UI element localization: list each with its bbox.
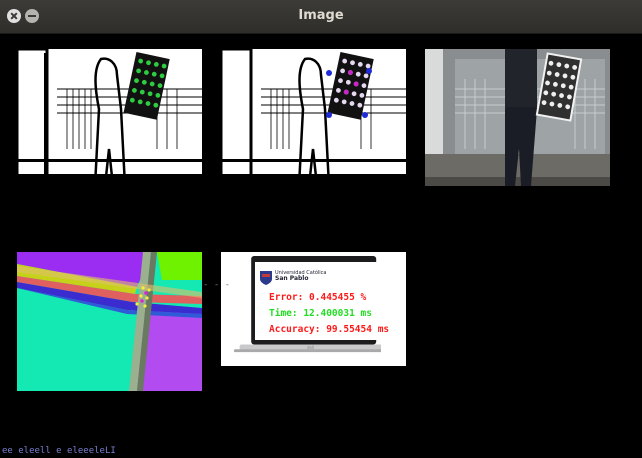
error-readout: Error: 0.445455 %: [269, 292, 367, 303]
accuracy-unit: ms: [377, 324, 390, 335]
university-logo-text: Universidad Católica San Pablo: [275, 270, 326, 282]
marked-threshold-image: [221, 49, 406, 186]
laptop-brand: dell: [307, 345, 315, 350]
window-title: Image: [298, 8, 344, 23]
line-intersection-image: [17, 252, 202, 391]
university-crest-icon: [260, 271, 272, 285]
threshold-image: [17, 49, 202, 186]
image-window: Image Universidad Católica San Pablo Err…: [0, 0, 642, 458]
image-canvas: Universidad Católica San Pablo Error: 0.…: [0, 34, 642, 458]
line-intersection-panel: [17, 252, 202, 391]
title-bar[interactable]: Image: [0, 0, 642, 34]
logo-line-2: San Pablo: [275, 275, 309, 282]
results-panel: Universidad Católica San Pablo Error: 0.…: [221, 252, 406, 366]
camera-frame-panel: [425, 49, 610, 186]
threshold-image-panel: [17, 49, 202, 186]
terminal-fragment: ee eleell e eleeeleLI: [2, 446, 116, 456]
accuracy-value: Accuracy: 99.55454: [269, 324, 372, 335]
accuracy-readout: Accuracy: 99.55454 ms: [269, 322, 389, 338]
separator-dashes: - - -: [203, 280, 231, 290]
marked-threshold-image-panel: [221, 49, 406, 186]
results-overlay: Error: 0.445455 % Time: 12.400031 ms Acc…: [269, 290, 389, 338]
camera-frame: [425, 49, 610, 186]
time-readout: Time: 12.400031 ms: [269, 308, 372, 319]
